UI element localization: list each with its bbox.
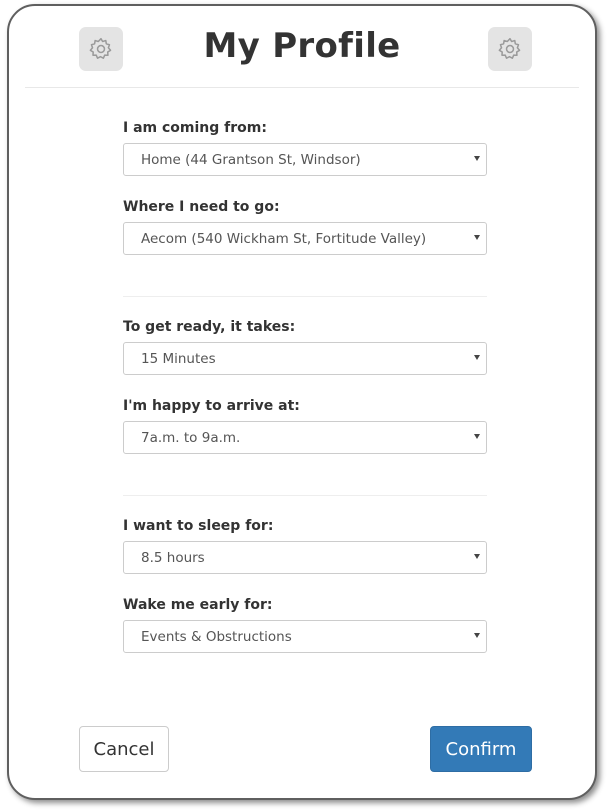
origin-label: I am coming from: (123, 120, 267, 136)
wake-early-select[interactable]: Events & Obstructions (123, 620, 487, 653)
section-divider (123, 495, 487, 496)
sleep-select[interactable]: 8.5 hours (123, 541, 487, 574)
arrival-window-label: I'm happy to arrive at: (123, 398, 300, 414)
chevron-down-icon (474, 633, 480, 638)
destination-label: Where I need to go: (123, 199, 280, 215)
header: My Profile (9, 6, 595, 88)
header-divider (25, 87, 579, 88)
origin-value: Home (44 Grantson St, Windsor) (141, 152, 361, 168)
cancel-button[interactable]: Cancel (79, 726, 169, 772)
section-divider (123, 296, 487, 297)
chevron-down-icon (474, 156, 480, 161)
wake-early-label: Wake me early for: (123, 597, 273, 613)
chevron-down-icon (474, 554, 480, 559)
wake-early-value: Events & Obstructions (141, 629, 292, 645)
destination-select[interactable]: Aecom (540 Wickham St, Fortitude Valley) (123, 222, 487, 255)
gear-icon (498, 37, 521, 59)
chevron-down-icon (474, 434, 480, 439)
ready-time-value: 15 Minutes (141, 351, 216, 367)
origin-select[interactable]: Home (44 Grantson St, Windsor) (123, 143, 487, 176)
arrival-window-select[interactable]: 7a.m. to 9a.m. (123, 421, 487, 454)
ready-time-label: To get ready, it takes: (123, 319, 296, 335)
ready-time-select[interactable]: 15 Minutes (123, 342, 487, 375)
arrival-window-value: 7a.m. to 9a.m. (141, 430, 241, 446)
sleep-value: 8.5 hours (141, 550, 205, 566)
chevron-down-icon (474, 355, 480, 360)
destination-value: Aecom (540 Wickham St, Fortitude Valley) (141, 231, 427, 247)
profile-card: My Profile I am coming from: Home (44 Gr… (7, 4, 597, 800)
settings-button-right[interactable] (488, 27, 532, 71)
chevron-down-icon (474, 235, 480, 240)
confirm-button[interactable]: Confirm (430, 726, 532, 772)
sleep-label: I want to sleep for: (123, 518, 274, 534)
